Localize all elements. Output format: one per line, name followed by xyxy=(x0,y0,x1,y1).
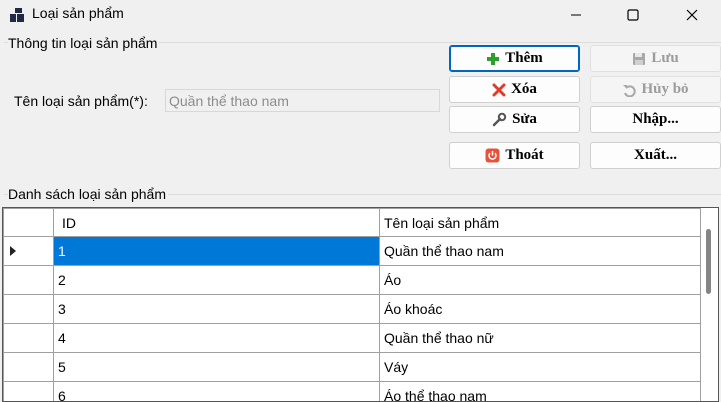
row-header[interactable] xyxy=(3,265,54,295)
minimize-icon xyxy=(571,14,581,16)
row-header[interactable] xyxy=(3,352,54,382)
cell-name[interactable]: Váy xyxy=(379,352,701,382)
column-header-name[interactable]: Tên loại sản phẩm xyxy=(379,208,701,237)
close-button[interactable] xyxy=(669,0,715,30)
cancel-button[interactable]: Hủy bỏ xyxy=(590,76,721,103)
import-button[interactable]: Nhập... xyxy=(590,106,721,133)
exit-button-label: Thoát xyxy=(505,147,544,163)
cell-id[interactable]: 4 xyxy=(53,323,380,353)
wrench-icon xyxy=(492,112,507,127)
export-button-label: Xuất... xyxy=(634,147,677,163)
cell-name[interactable]: Quần thể thao nam xyxy=(379,236,701,266)
save-button[interactable]: Lưu xyxy=(590,45,721,72)
cell-name[interactable]: Áo khoác xyxy=(379,294,701,324)
delete-button[interactable]: Xóa xyxy=(449,76,580,103)
scrollbar-thumb[interactable] xyxy=(706,229,711,294)
delete-button-label: Xóa xyxy=(511,81,537,97)
product-type-grid[interactable]: ID Tên loại sản phẩm 1 Quần thể thao nam… xyxy=(2,207,719,402)
red-x-icon xyxy=(492,83,506,96)
power-icon xyxy=(485,148,500,163)
table-row[interactable]: 6 Áo thể thao nam xyxy=(3,381,701,401)
maximize-icon xyxy=(627,9,639,21)
edit-button-label: Sửa xyxy=(512,111,537,127)
table-row[interactable]: 3 Áo khoác xyxy=(3,294,701,324)
edit-button[interactable]: Sửa xyxy=(449,106,580,133)
plus-icon xyxy=(487,52,500,65)
product-type-name-label: Tên loại sản phẩm(*): xyxy=(14,93,148,109)
cell-id[interactable]: 2 xyxy=(53,265,380,295)
cell-id[interactable]: 5 xyxy=(53,352,380,382)
app-window-icon xyxy=(10,8,24,22)
import-button-label: Nhập... xyxy=(632,111,679,127)
cell-id[interactable]: 6 xyxy=(53,381,380,401)
grid-table: ID Tên loại sản phẩm 1 Quần thể thao nam… xyxy=(3,208,701,401)
undo-icon xyxy=(623,84,637,97)
floppy-disk-icon xyxy=(633,52,646,65)
cell-name[interactable]: Áo xyxy=(379,265,701,295)
close-icon xyxy=(686,9,698,21)
row-header[interactable] xyxy=(3,381,54,401)
maximize-button[interactable] xyxy=(610,0,656,30)
cell-name[interactable]: Áo thể thao nam xyxy=(379,381,701,401)
row-header[interactable] xyxy=(3,294,54,324)
vertical-scrollbar[interactable] xyxy=(701,208,718,401)
table-row[interactable]: 1 Quần thể thao nam xyxy=(3,236,701,266)
grid-header-row: ID Tên loại sản phẩm xyxy=(3,208,701,237)
title-bar: Loại sản phẩm xyxy=(0,0,721,30)
row-header[interactable] xyxy=(3,323,54,353)
table-row[interactable]: 2 Áo xyxy=(3,265,701,295)
save-button-label: Lưu xyxy=(651,50,679,66)
export-button[interactable]: Xuất... xyxy=(590,142,721,169)
column-header-id[interactable]: ID xyxy=(53,208,380,237)
table-row[interactable]: 5 Váy xyxy=(3,352,701,382)
cancel-button-label: Hủy bỏ xyxy=(641,81,689,97)
row-header[interactable] xyxy=(3,236,54,266)
cell-id[interactable]: 3 xyxy=(53,294,380,324)
table-row[interactable]: 4 Quần thể thao nữ xyxy=(3,323,701,353)
product-type-name-input[interactable] xyxy=(165,89,440,112)
exit-button[interactable]: Thoát xyxy=(449,142,580,169)
add-button-label: Thêm xyxy=(505,50,543,66)
minimize-button[interactable] xyxy=(553,0,599,30)
row-header-corner xyxy=(3,208,54,237)
add-button[interactable]: Thêm xyxy=(449,45,580,72)
list-group-title: Danh sách loại sản phẩm xyxy=(8,186,168,202)
info-group-title: Thông tin loại sản phẩm xyxy=(8,35,160,51)
cell-name[interactable]: Quần thể thao nữ xyxy=(379,323,701,353)
current-row-arrow-icon xyxy=(10,246,16,256)
cell-id[interactable]: 1 xyxy=(53,236,380,266)
window-title: Loại sản phẩm xyxy=(32,5,124,21)
